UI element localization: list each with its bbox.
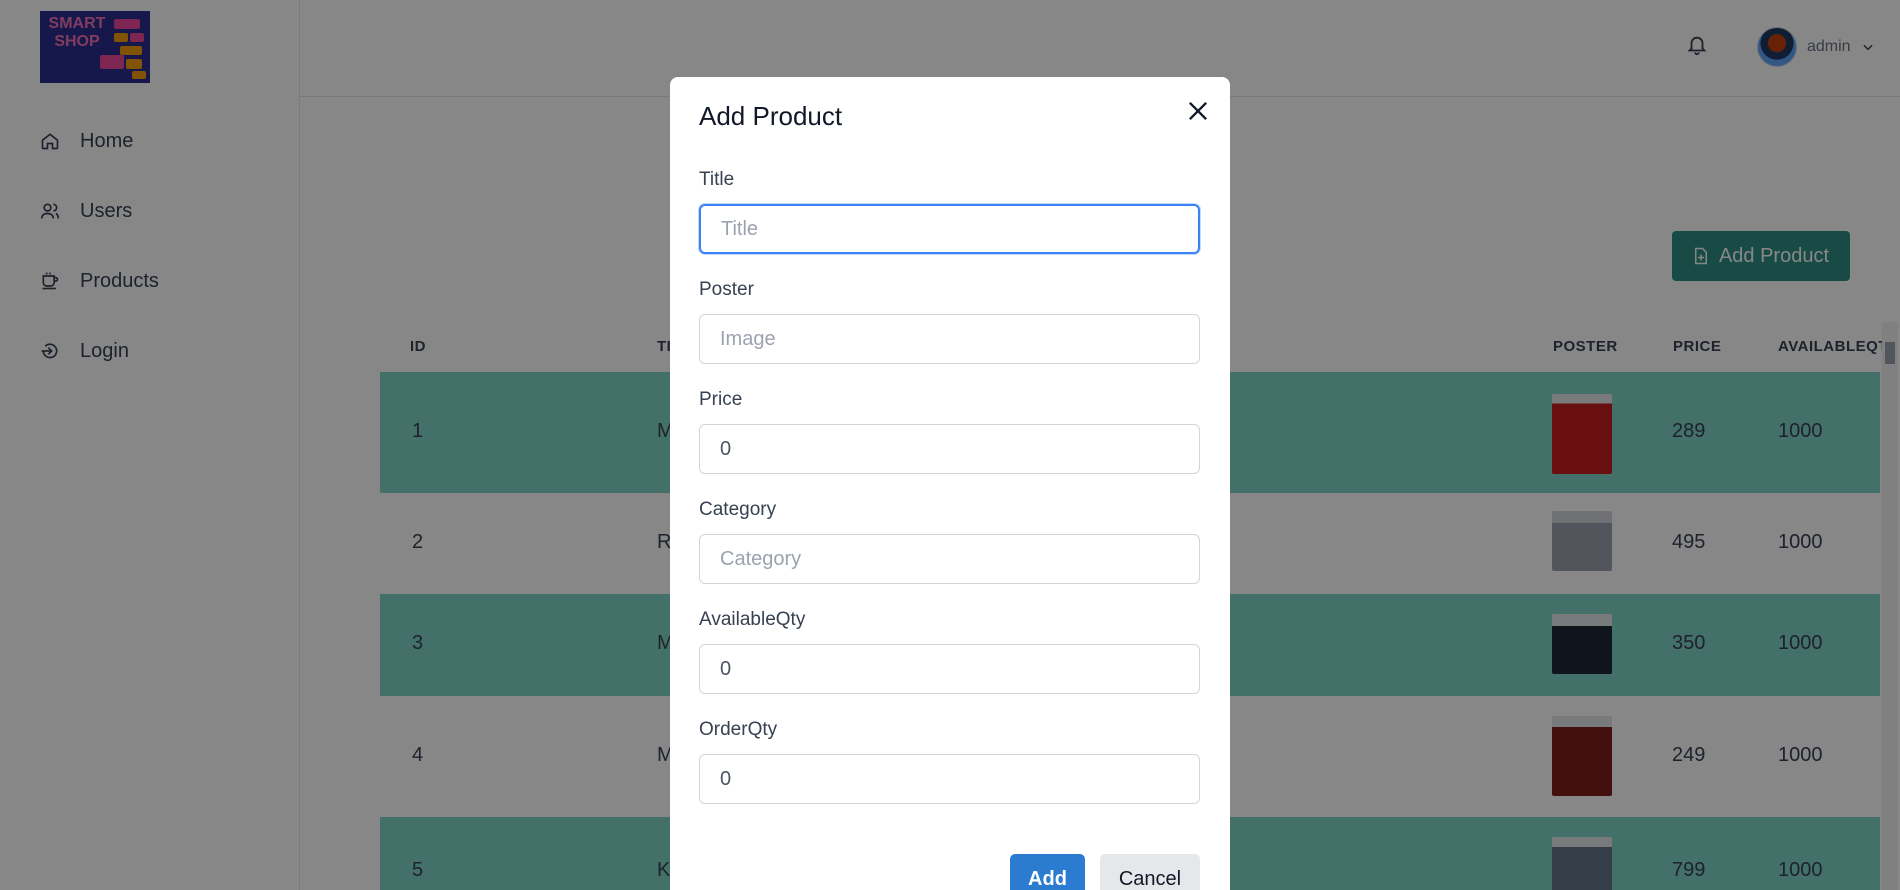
- add-product-modal: Add Product Title Poster Price Category …: [670, 77, 1230, 890]
- category-input[interactable]: [699, 534, 1200, 584]
- close-icon[interactable]: [1184, 97, 1212, 125]
- order-qty-input[interactable]: [699, 754, 1200, 804]
- cancel-button[interactable]: Cancel: [1100, 854, 1200, 890]
- category-label: Category: [699, 499, 777, 520]
- add-button[interactable]: Add: [1010, 854, 1085, 890]
- title-input[interactable]: [699, 204, 1200, 254]
- poster-label: Poster: [699, 279, 754, 300]
- poster-input[interactable]: [699, 314, 1200, 364]
- price-input[interactable]: [699, 424, 1200, 474]
- available-qty-label: AvailableQty: [699, 609, 806, 630]
- price-label: Price: [699, 389, 743, 410]
- available-qty-input[interactable]: [699, 644, 1200, 694]
- order-qty-label: OrderQty: [699, 719, 778, 740]
- modal-title: Add Product: [699, 101, 843, 131]
- title-label: Title: [699, 169, 735, 190]
